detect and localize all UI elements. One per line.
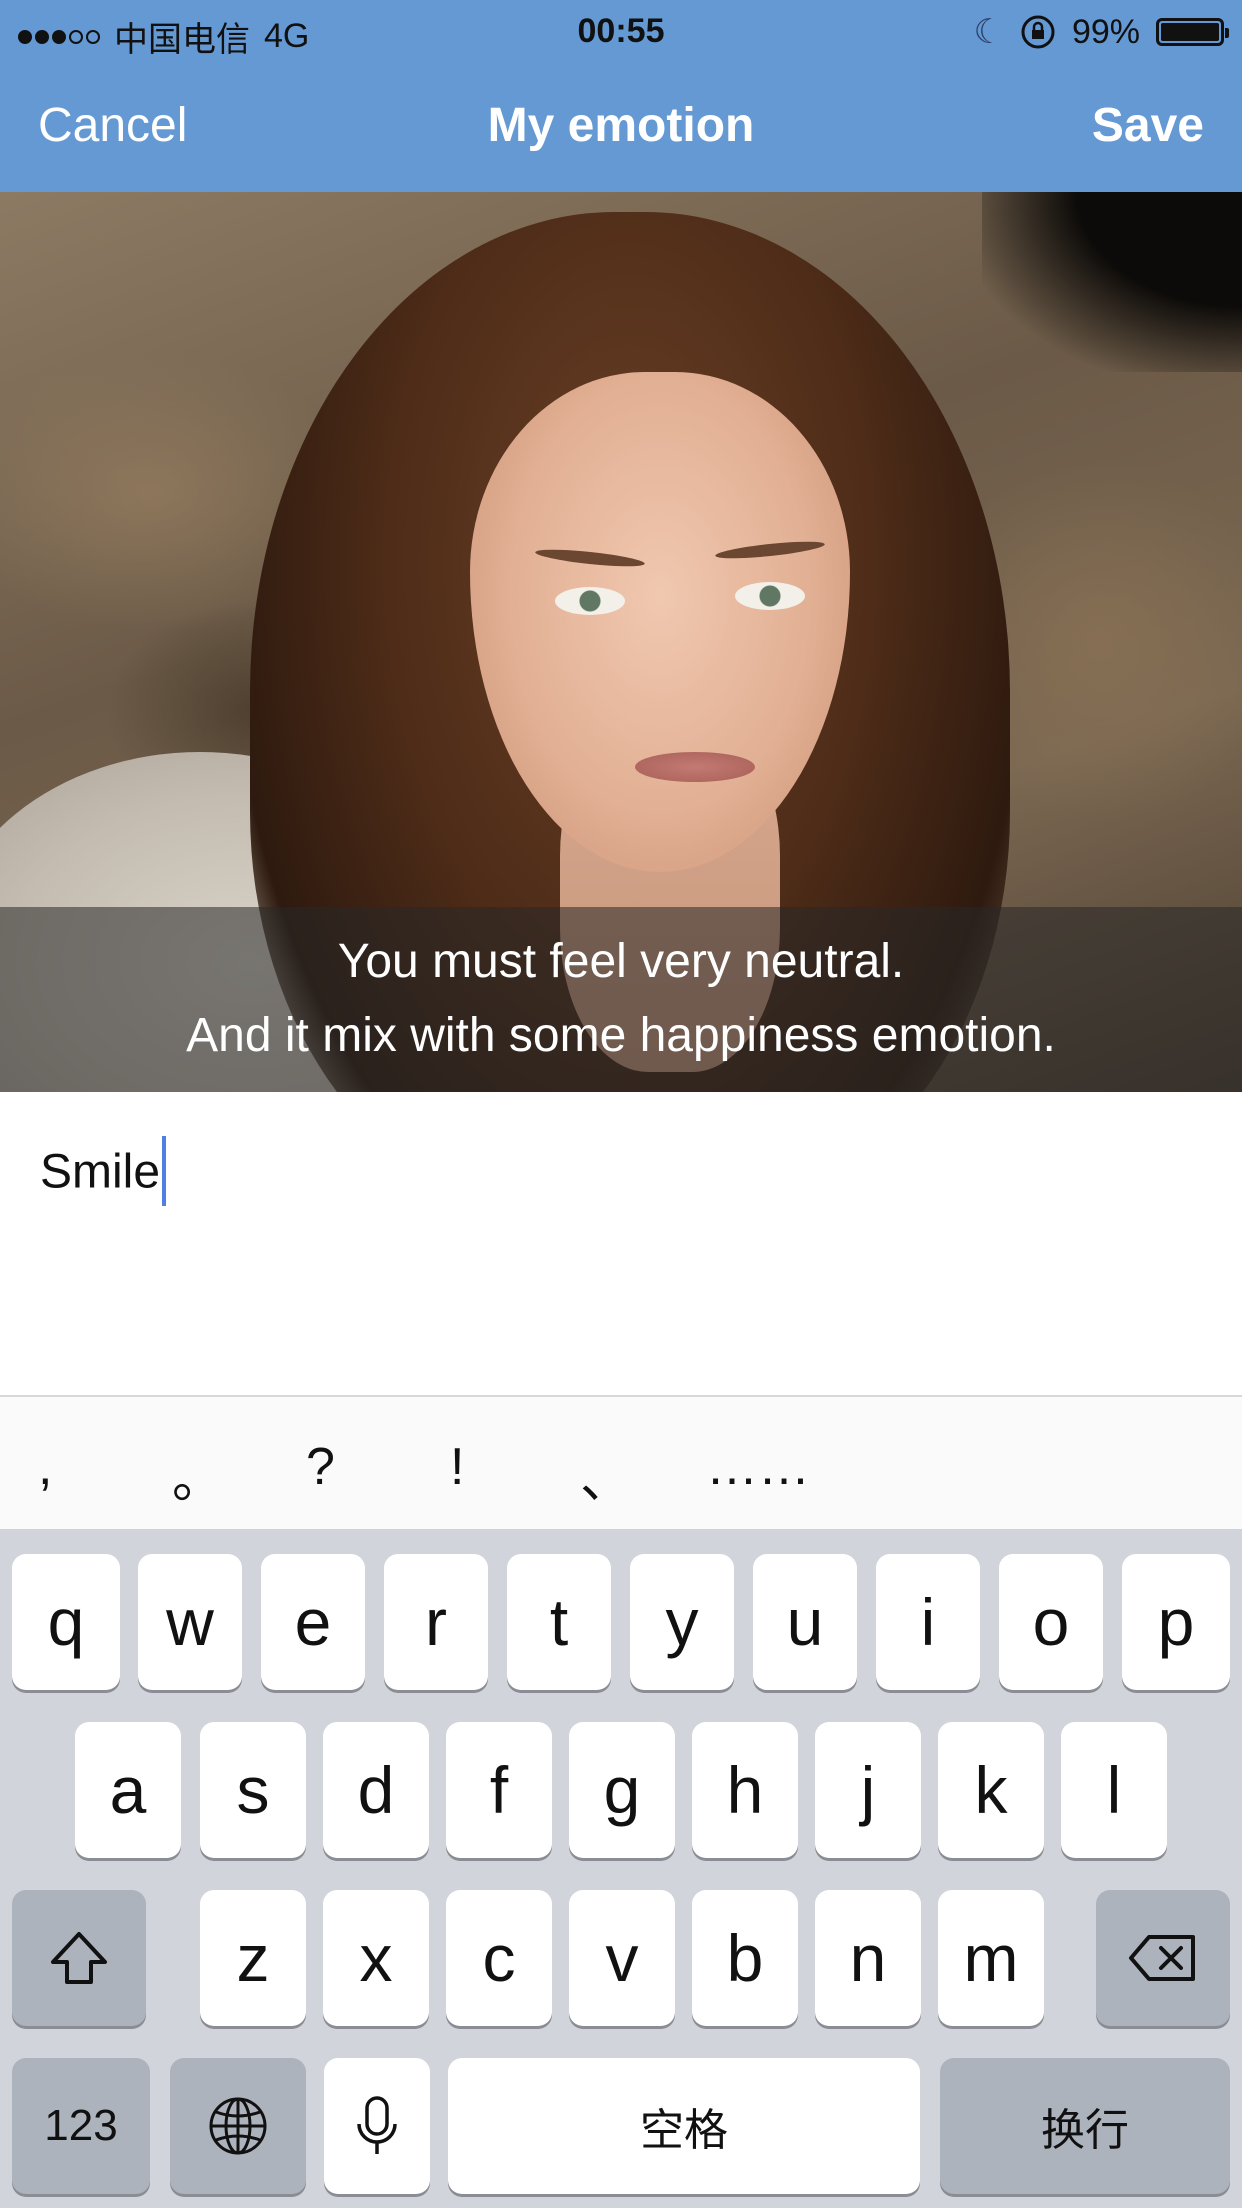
caption-line-2: And it mix with some happiness emotion. xyxy=(186,1009,1056,1062)
key-v[interactable]: v xyxy=(569,1890,675,2026)
top-bar: 中国电信 4G 00:55 ☾ 99% Cancel My emotion Sa… xyxy=(0,0,1242,192)
suggestion-ellipsis[interactable]: …… xyxy=(706,1437,810,1497)
emotion-text-value: Smile xyxy=(40,1136,167,1206)
space-key[interactable]: 空格 xyxy=(448,2058,920,2194)
key-q[interactable]: q xyxy=(12,1554,120,1690)
key-e[interactable]: e xyxy=(261,1554,365,1690)
backspace-icon xyxy=(1129,1935,1195,1981)
suggestion-comma[interactable]: , xyxy=(38,1437,52,1497)
key-m[interactable]: m xyxy=(938,1890,1044,2026)
key-x[interactable]: x xyxy=(323,1890,429,2026)
text-caret xyxy=(162,1136,167,1206)
backspace-key[interactable] xyxy=(1096,1890,1230,2026)
globe-key[interactable] xyxy=(170,2058,306,2194)
caption-line-1: You must feel very neutral. xyxy=(337,935,905,988)
battery-percent: 99% xyxy=(1071,12,1140,51)
key-f[interactable]: f xyxy=(446,1722,552,1858)
rotation-lock-icon xyxy=(1021,15,1055,49)
key-d[interactable]: d xyxy=(323,1722,429,1858)
key-w[interactable]: w xyxy=(138,1554,242,1690)
key-k[interactable]: k xyxy=(938,1722,1044,1858)
microphone-icon xyxy=(357,2096,397,2154)
key-g[interactable]: g xyxy=(569,1722,675,1858)
key-h[interactable]: h xyxy=(692,1722,798,1858)
return-key-label: 换行 xyxy=(1041,2106,1129,2155)
key-j[interactable]: j xyxy=(815,1722,921,1858)
key-b[interactable]: b xyxy=(692,1890,798,2026)
do-not-disturb-moon-icon: ☾ xyxy=(973,13,1004,51)
punctuation-suggestion-bar: , 。 ? ! 、 …… xyxy=(0,1397,1242,1530)
key-i[interactable]: i xyxy=(876,1554,980,1690)
suggestion-period[interactable]: 。 xyxy=(172,1437,224,1512)
return-key[interactable]: 换行 xyxy=(940,2058,1230,2194)
suggestion-exclamation[interactable]: ! xyxy=(450,1437,464,1497)
space-key-label: 空格 xyxy=(640,2106,728,2155)
key-z[interactable]: z xyxy=(200,1890,306,2026)
cancel-button[interactable]: Cancel xyxy=(38,98,187,153)
save-button[interactable]: Save xyxy=(1092,98,1204,153)
numbers-key[interactable]: 123 xyxy=(12,2058,150,2194)
emotion-text-field[interactable]: Smile xyxy=(0,1092,1242,1397)
shift-key[interactable] xyxy=(12,1890,146,2026)
emotion-photo: You must feel very neutral. And it mix w… xyxy=(0,192,1242,1092)
navigation-bar: Cancel My emotion Save xyxy=(0,62,1242,192)
key-a[interactable]: a xyxy=(75,1722,181,1858)
key-s[interactable]: s xyxy=(200,1722,306,1858)
battery-icon xyxy=(1156,18,1229,46)
status-bar: 中国电信 4G 00:55 ☾ 99% xyxy=(0,0,1242,62)
key-c[interactable]: c xyxy=(446,1890,552,2026)
suggestion-question[interactable]: ? xyxy=(306,1437,335,1497)
numbers-key-label: 123 xyxy=(44,2101,118,2150)
dictation-key[interactable] xyxy=(324,2058,430,2194)
suggestion-enumeration-comma[interactable]: 、 xyxy=(580,1437,632,1512)
key-y[interactable]: y xyxy=(630,1554,734,1690)
key-l[interactable]: l xyxy=(1061,1722,1167,1858)
emotion-caption: You must feel very neutral. And it mix w… xyxy=(0,907,1242,1092)
status-right: ☾ 99% xyxy=(973,12,1229,52)
key-n[interactable]: n xyxy=(815,1890,921,2026)
key-t[interactable]: t xyxy=(507,1554,611,1690)
shift-arrow-icon xyxy=(51,1932,107,1984)
key-o[interactable]: o xyxy=(999,1554,1103,1690)
key-r[interactable]: r xyxy=(384,1554,488,1690)
keyboard: q w e r t y u i o p a s d f g h j k l z … xyxy=(0,1530,1242,2208)
key-u[interactable]: u xyxy=(753,1554,857,1690)
key-p[interactable]: p xyxy=(1122,1554,1230,1690)
globe-icon xyxy=(209,2097,267,2155)
